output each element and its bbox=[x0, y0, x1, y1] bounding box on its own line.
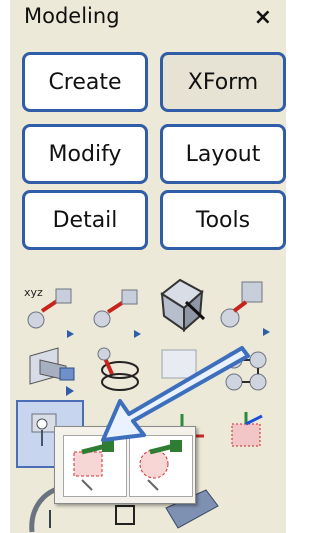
blank-tool-icon[interactable] bbox=[152, 336, 216, 400]
panel-titlebar: Modeling × bbox=[10, 0, 286, 38]
plane-tool-icon[interactable] bbox=[22, 336, 86, 400]
modeling-panel: Modeling × Create XForm Modify Layout De… bbox=[10, 0, 286, 533]
red-circle-tool-icon[interactable] bbox=[129, 435, 193, 497]
red-box-tool-icon[interactable] bbox=[63, 435, 127, 497]
create-button[interactable]: Create bbox=[22, 52, 148, 112]
red-object-icon[interactable] bbox=[216, 402, 280, 466]
modify-button[interactable]: Modify bbox=[22, 124, 148, 184]
line-sphere-icon[interactable] bbox=[86, 278, 150, 342]
cube-sphere-icon[interactable] bbox=[214, 274, 278, 338]
ellipse-tool-icon[interactable] bbox=[86, 336, 150, 400]
tools-button[interactable]: Tools bbox=[160, 190, 286, 250]
circle-pattern-icon[interactable] bbox=[216, 336, 280, 400]
xform-button[interactable]: XForm bbox=[160, 52, 286, 112]
tool-flyout-menu bbox=[54, 426, 196, 504]
close-icon[interactable]: × bbox=[254, 5, 272, 30]
layout-button[interactable]: Layout bbox=[160, 124, 286, 184]
detail-button[interactable]: Detail bbox=[22, 190, 148, 250]
svg-text:xyz: xyz bbox=[24, 286, 43, 299]
panel-title: Modeling bbox=[24, 4, 120, 28]
xyz-sphere-icon[interactable]: xyz bbox=[20, 278, 84, 342]
box-arrow-icon[interactable] bbox=[150, 272, 214, 336]
